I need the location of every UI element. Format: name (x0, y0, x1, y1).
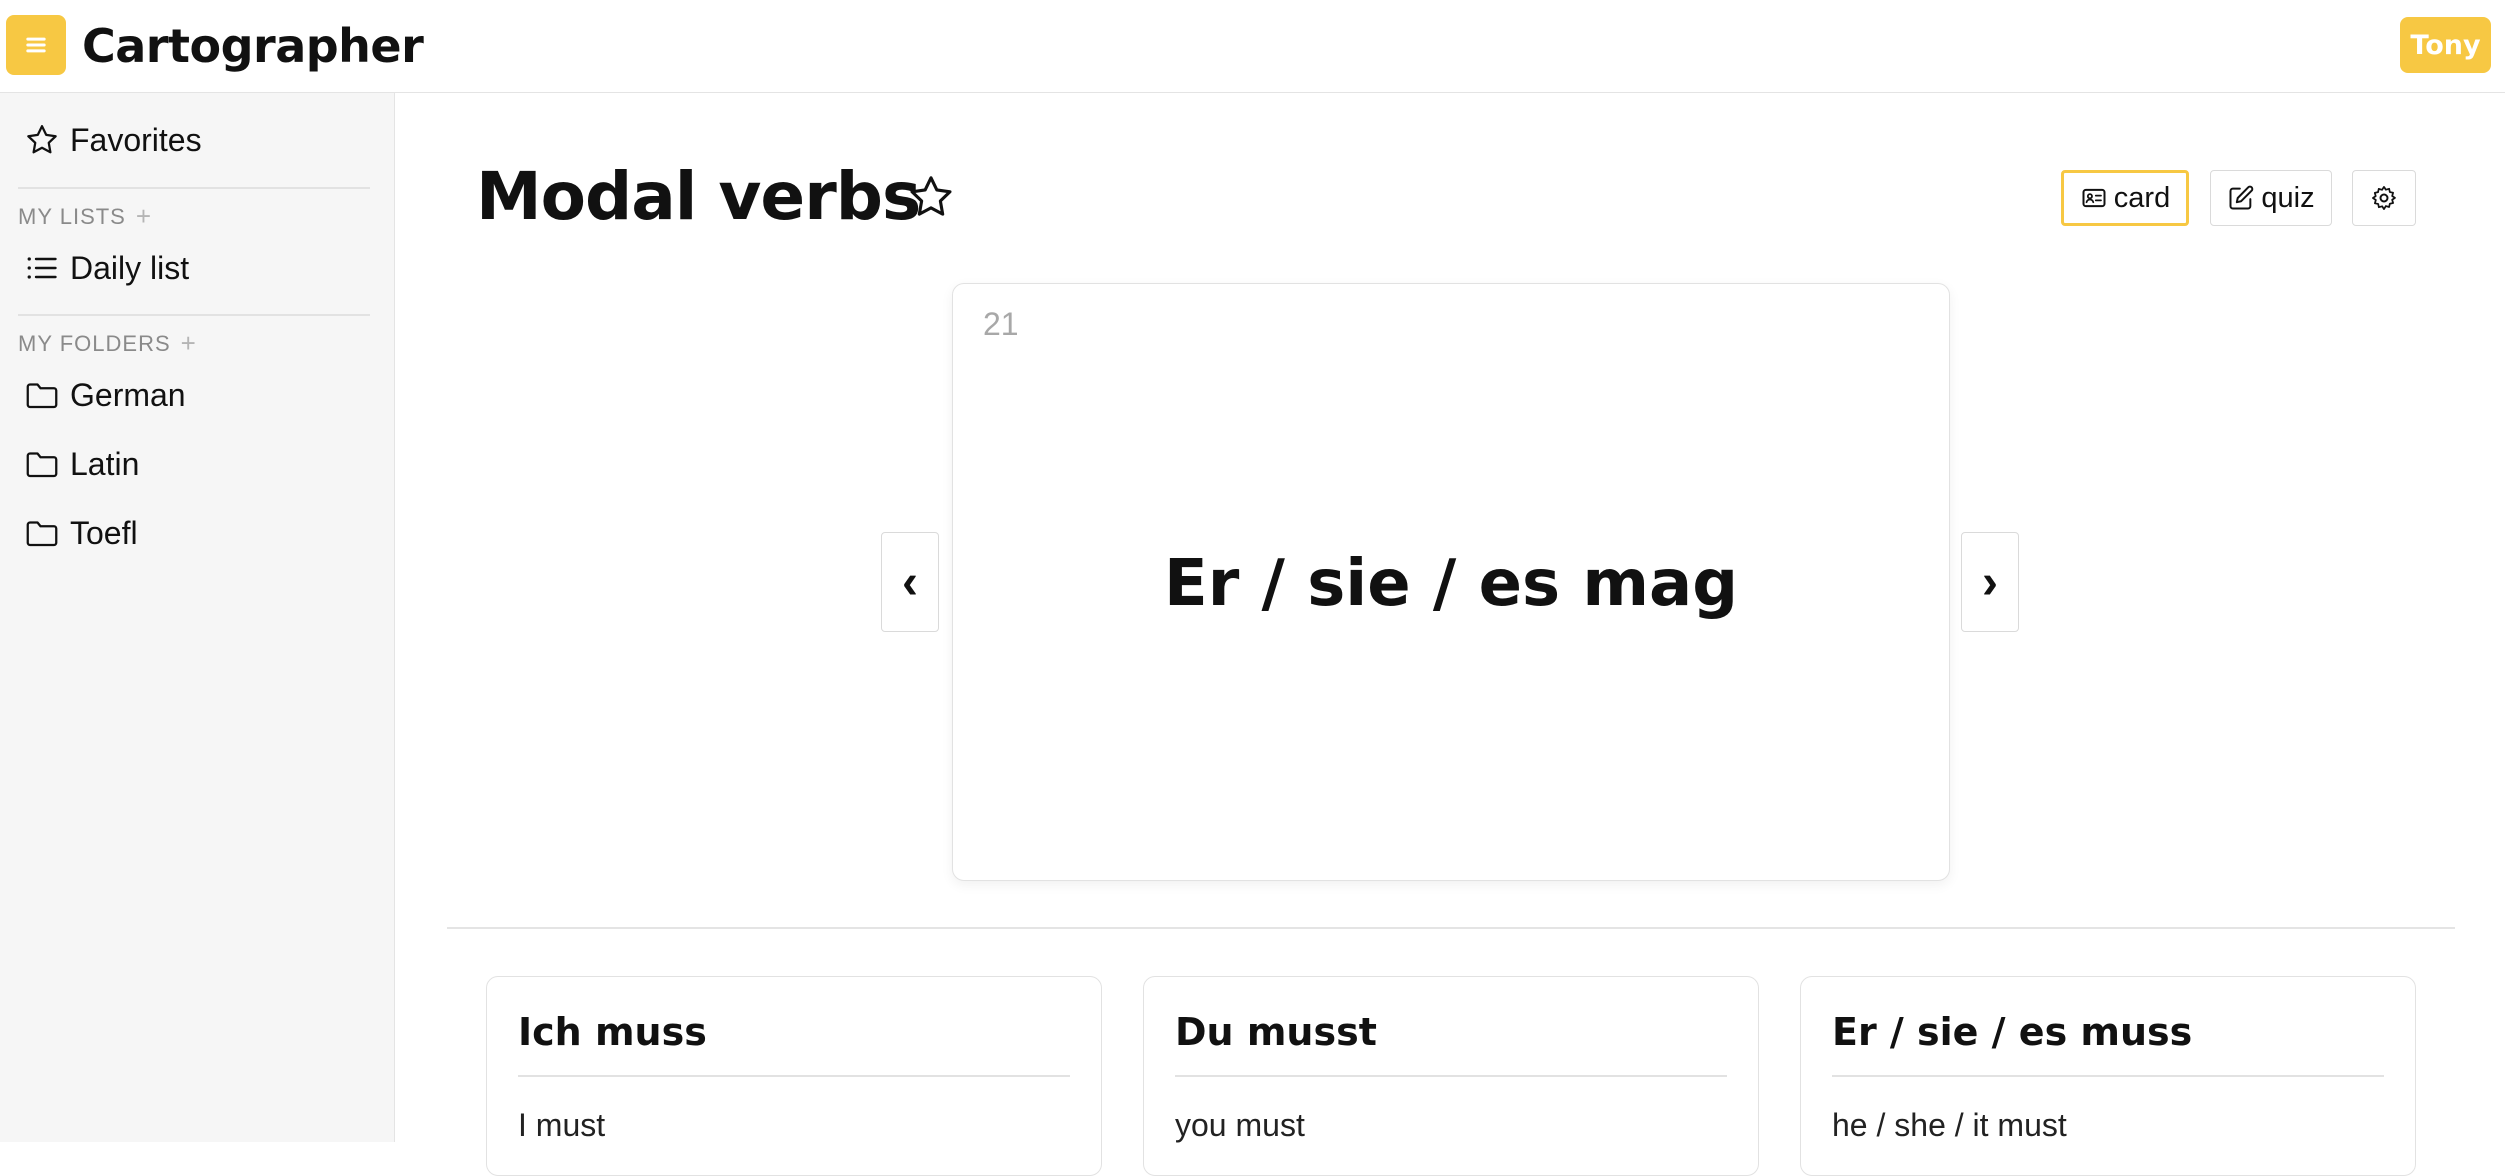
term-definition: you must (1175, 1107, 1305, 1143)
quiz-mode-button[interactable]: quiz (2210, 170, 2332, 226)
term-divider (518, 1075, 1070, 1077)
app-title: Cartographer (82, 19, 424, 73)
user-button[interactable]: Tony (2400, 17, 2491, 73)
top-bar: Cartographer Tony (0, 0, 2505, 93)
settings-button[interactable] (2352, 170, 2416, 226)
sidebar-item-label: Favorites (70, 121, 202, 158)
sidebar-item-favorites[interactable]: Favorites (24, 117, 202, 163)
term-card[interactable]: Du musst you must (1143, 976, 1759, 1176)
add-list-button[interactable]: + (136, 201, 152, 232)
term-definition: I must (518, 1107, 606, 1143)
folder-icon (26, 521, 58, 547)
page-title: Modal verbs (476, 158, 921, 235)
flashcard[interactable]: 21 Er / sie / es mag (952, 283, 1950, 881)
term-divider (1175, 1075, 1727, 1077)
term-card[interactable]: Er / sie / es muss he / she / it must (1800, 976, 2416, 1176)
term-title: Du musst (1175, 1010, 1377, 1054)
add-folder-button[interactable]: + (181, 328, 197, 359)
sidebar-divider (18, 314, 370, 316)
hamburger-icon (26, 37, 46, 53)
list-icon (27, 257, 57, 279)
card-term: Er / sie / es mag (1163, 547, 1739, 621)
term-divider (1832, 1075, 2384, 1077)
sidebar-item-label: German (70, 376, 186, 413)
divider (447, 927, 2455, 929)
sidebar-item-label: Toefl (70, 514, 138, 551)
edit-icon (2229, 185, 2254, 210)
term-title: Ich muss (518, 1010, 707, 1054)
next-card-button[interactable]: › (1961, 532, 2019, 632)
card-number: 21 (983, 306, 1019, 342)
folder-icon (26, 383, 58, 409)
favorite-star-icon[interactable] (906, 172, 956, 222)
sidebar: Favorites MY LISTS + Daily list MY FOLDE… (0, 93, 395, 1142)
sidebar-item-toefl[interactable]: Toefl (24, 510, 138, 556)
sidebar-item-daily-list[interactable]: Daily list (24, 245, 189, 291)
gear-icon (2372, 186, 2396, 210)
previous-card-button[interactable]: ‹ (881, 532, 939, 632)
star-icon (27, 125, 57, 154)
sidebar-divider (18, 187, 370, 189)
term-title: Er / sie / es muss (1832, 1010, 2193, 1054)
card-mode-label: card (2113, 181, 2171, 214)
sidebar-item-label: Daily list (70, 249, 190, 286)
quiz-mode-label: quiz (2261, 181, 2315, 214)
card-mode-button[interactable]: card (2061, 170, 2189, 226)
menu-button[interactable] (6, 15, 66, 75)
id-card-icon (2082, 188, 2106, 208)
folders-heading: MY FOLDERS + (18, 328, 197, 359)
folder-icon (26, 452, 58, 478)
lists-heading: MY LISTS + (18, 201, 152, 232)
term-definition: he / she / it must (1832, 1107, 2067, 1143)
sidebar-item-label: Latin (70, 445, 140, 482)
folders-heading-label: MY FOLDERS (18, 330, 171, 356)
sidebar-item-latin[interactable]: Latin (24, 441, 139, 487)
term-card[interactable]: Ich muss I must (486, 976, 1102, 1176)
sidebar-item-german[interactable]: German (24, 372, 186, 418)
lists-heading-label: MY LISTS (18, 203, 126, 229)
